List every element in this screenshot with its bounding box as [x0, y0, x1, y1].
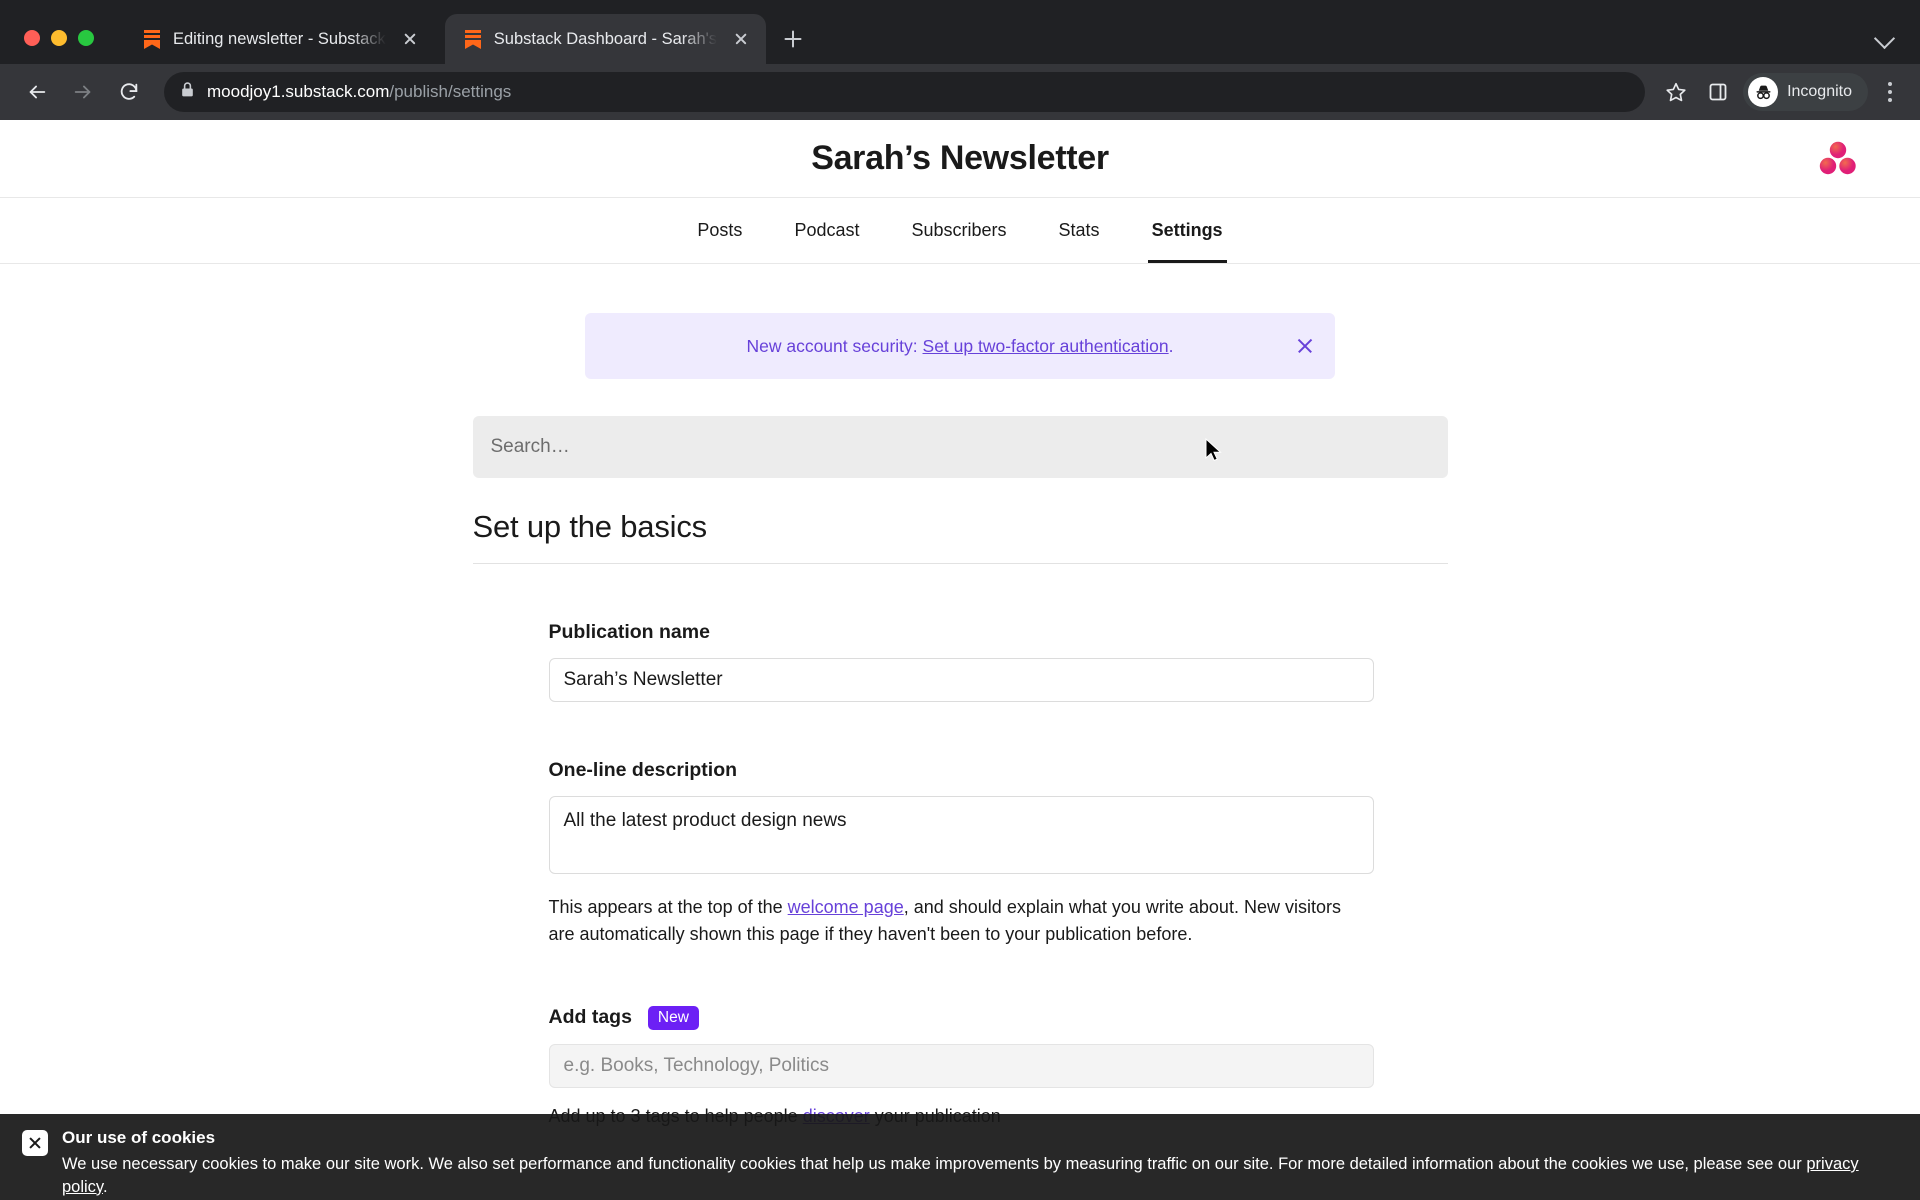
- page-content: Sarah’s Newsletter Posts Podcast Subscri…: [0, 120, 1920, 1200]
- tab-podcast[interactable]: Podcast: [768, 198, 885, 263]
- toolbar-actions: Incognito: [1659, 73, 1904, 111]
- url-path: /publish/settings: [389, 82, 512, 101]
- cookie-body-pre: We use necessary cookies to make our sit…: [62, 1155, 1807, 1173]
- add-tags-label: Add tags New: [548, 1005, 1373, 1031]
- window-controls: [0, 30, 94, 64]
- maximize-window-button[interactable]: [78, 30, 94, 46]
- page-title: Sarah’s Newsletter: [811, 139, 1109, 177]
- one-line-description-label: One-line description: [549, 759, 1373, 782]
- incognito-icon: [1748, 77, 1779, 107]
- add-tags-input[interactable]: [548, 1044, 1374, 1089]
- browser-tab-title: Editing newsletter - Substack: [173, 29, 386, 48]
- address-bar[interactable]: moodjoy1.substack.com/publish/settings: [164, 72, 1646, 112]
- kebab-menu-icon[interactable]: [1876, 75, 1904, 109]
- publication-name-label: Publication name: [549, 621, 1373, 644]
- tab-settings[interactable]: Settings: [1126, 198, 1249, 263]
- new-badge: New: [647, 1005, 699, 1031]
- settings-form: Publication name One-line description Al…: [548, 564, 1374, 1131]
- tab-stats[interactable]: Stats: [1033, 198, 1126, 263]
- new-tab-button[interactable]: [776, 22, 810, 56]
- tab-strip-actions: [1872, 24, 1920, 64]
- tab-label: Stats: [1058, 220, 1100, 240]
- one-line-description-input[interactable]: All the latest product design news: [548, 796, 1374, 874]
- cookie-body-post: .: [102, 1177, 108, 1196]
- browser-tab-title: Substack Dashboard - Sarah's: [493, 29, 718, 48]
- star-icon[interactable]: [1659, 75, 1693, 109]
- search-input[interactable]: [490, 436, 1430, 458]
- tab-label: Podcast: [794, 220, 860, 240]
- cookie-banner-title: Our use of cookies: [62, 1128, 216, 1147]
- cookie-banner-content: Our use of cookies We use necessary cook…: [62, 1128, 1898, 1199]
- field-publication-name: Publication name: [548, 564, 1374, 702]
- chevron-down-icon[interactable]: [1872, 24, 1898, 50]
- url-domain: moodjoy1.substack.com: [207, 82, 390, 101]
- minimize-window-button[interactable]: [51, 30, 67, 46]
- tab-label: Subscribers: [911, 220, 1007, 240]
- close-window-button[interactable]: [24, 30, 40, 46]
- cookie-banner: Our use of cookies We use necessary cook…: [0, 1114, 1920, 1200]
- label-text: One-line description: [548, 759, 738, 781]
- url-text: moodjoy1.substack.com/publish/settings: [207, 82, 511, 102]
- publication-header: Sarah’s Newsletter: [0, 120, 1920, 198]
- section-heading: Set up the basics: [472, 509, 708, 544]
- browser-toolbar: moodjoy1.substack.com/publish/settings I…: [0, 64, 1920, 120]
- back-arrow-icon[interactable]: [16, 71, 58, 113]
- field-add-tags: Add tags New Add up to 3 tags to help pe…: [548, 949, 1374, 1131]
- label-text: Publication name: [548, 621, 710, 643]
- browser-tab-strip: Editing newsletter - Substack Substack D…: [0, 0, 1920, 64]
- section-header: Set up the basics: [472, 509, 1448, 564]
- tab-label: Settings: [1151, 220, 1223, 240]
- lock-icon: [180, 81, 195, 103]
- security-notice-banner: New account security: Set up two-factor …: [585, 313, 1335, 379]
- close-icon[interactable]: [22, 1130, 48, 1156]
- close-tab-button[interactable]: [728, 26, 754, 52]
- profile-label: Incognito: [1787, 83, 1852, 100]
- side-panel-icon[interactable]: [1701, 75, 1735, 109]
- field-one-line-description: One-line description All the latest prod…: [548, 702, 1374, 949]
- notice-suffix: .: [1168, 335, 1174, 356]
- mouse-pointer: [1205, 437, 1223, 464]
- forward-arrow-icon[interactable]: [62, 71, 104, 113]
- settings-search[interactable]: [472, 416, 1448, 478]
- browser-tab-1[interactable]: Editing newsletter - Substack: [124, 14, 435, 64]
- close-tab-button[interactable]: [397, 26, 423, 52]
- welcome-page-link[interactable]: welcome page: [788, 897, 904, 917]
- two-factor-link[interactable]: Set up two-factor authentication: [923, 336, 1169, 356]
- settings-content: New account security: Set up two-factor …: [0, 313, 1920, 1131]
- tab-subscribers[interactable]: Subscribers: [885, 198, 1032, 263]
- browser-tab-2[interactable]: Substack Dashboard - Sarah's: [444, 14, 767, 64]
- reload-icon[interactable]: [108, 71, 150, 113]
- tab-label: Posts: [697, 220, 743, 240]
- label-text: Add tags: [548, 1006, 632, 1029]
- cookie-banner-body: We use necessary cookies to make our sit…: [62, 1153, 1898, 1199]
- profile-button[interactable]: Incognito: [1743, 73, 1868, 111]
- publication-name-input[interactable]: [548, 658, 1374, 702]
- tab-posts[interactable]: Posts: [671, 198, 768, 263]
- helper-pre: This appears at the top of the: [548, 897, 788, 917]
- main-navigation: Posts Podcast Subscribers Stats Settings: [0, 198, 1920, 264]
- notice-text: New account security: Set up two-factor …: [746, 336, 1173, 357]
- notice-prefix: New account security:: [746, 335, 923, 356]
- substack-icon: [463, 28, 483, 50]
- close-icon[interactable]: [1293, 334, 1317, 358]
- one-line-description-helper: This appears at the top of the welcome p…: [549, 894, 1367, 949]
- substack-icon: [142, 28, 162, 50]
- three-dots-logo[interactable]: [1818, 141, 1858, 177]
- browser-window: Editing newsletter - Substack Substack D…: [0, 0, 1920, 1200]
